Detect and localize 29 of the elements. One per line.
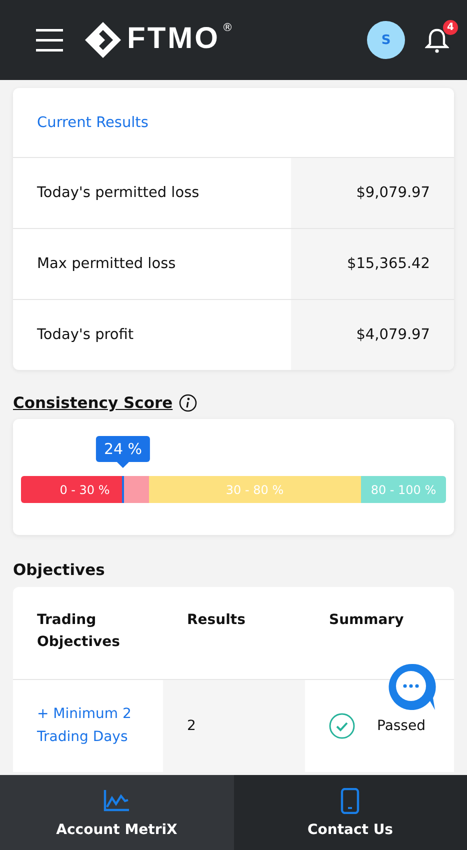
result-value: $9,079.97 <box>291 158 454 228</box>
result-value: $4,079.97 <box>291 300 454 370</box>
menu-icon[interactable] <box>36 28 63 52</box>
column-header: Summary <box>328 611 405 630</box>
logo-text: FTMO <box>127 22 220 56</box>
logo-icon <box>85 22 121 58</box>
range-segment: 0 - 30 % <box>21 476 148 503</box>
nav-tab[interactable]: Contact Us <box>234 775 467 850</box>
column-header: Results <box>186 611 246 630</box>
score-tooltip: 24 % <box>96 436 150 468</box>
range-segment: 80 - 100 % <box>361 476 446 503</box>
status-text: Passed <box>377 718 426 734</box>
nav-tab[interactable]: Account MetriX <box>0 775 234 850</box>
bell-icon[interactable] <box>425 28 449 52</box>
section-title: Objectives <box>13 561 106 579</box>
section-title: Consistency Score <box>13 394 173 412</box>
result-label: Today's profit <box>36 326 135 345</box>
chart-icon <box>102 788 131 814</box>
objective-link[interactable]: + Minimum 2 Trading Days <box>13 680 163 772</box>
result-value: $15,365.42 <box>291 229 454 299</box>
table-cell: 2 <box>163 680 305 772</box>
chat-button[interactable] <box>387 662 437 712</box>
notification-badge: 4 <box>443 20 458 34</box>
result-label: Max permitted loss <box>36 255 177 274</box>
range-segment: 30 - 80 % <box>148 476 361 503</box>
registered-mark: ® <box>222 22 233 34</box>
result-label: Today's permitted loss <box>36 184 200 203</box>
column-header: Trading Objectives <box>36 611 121 652</box>
info-icon[interactable] <box>178 394 197 412</box>
